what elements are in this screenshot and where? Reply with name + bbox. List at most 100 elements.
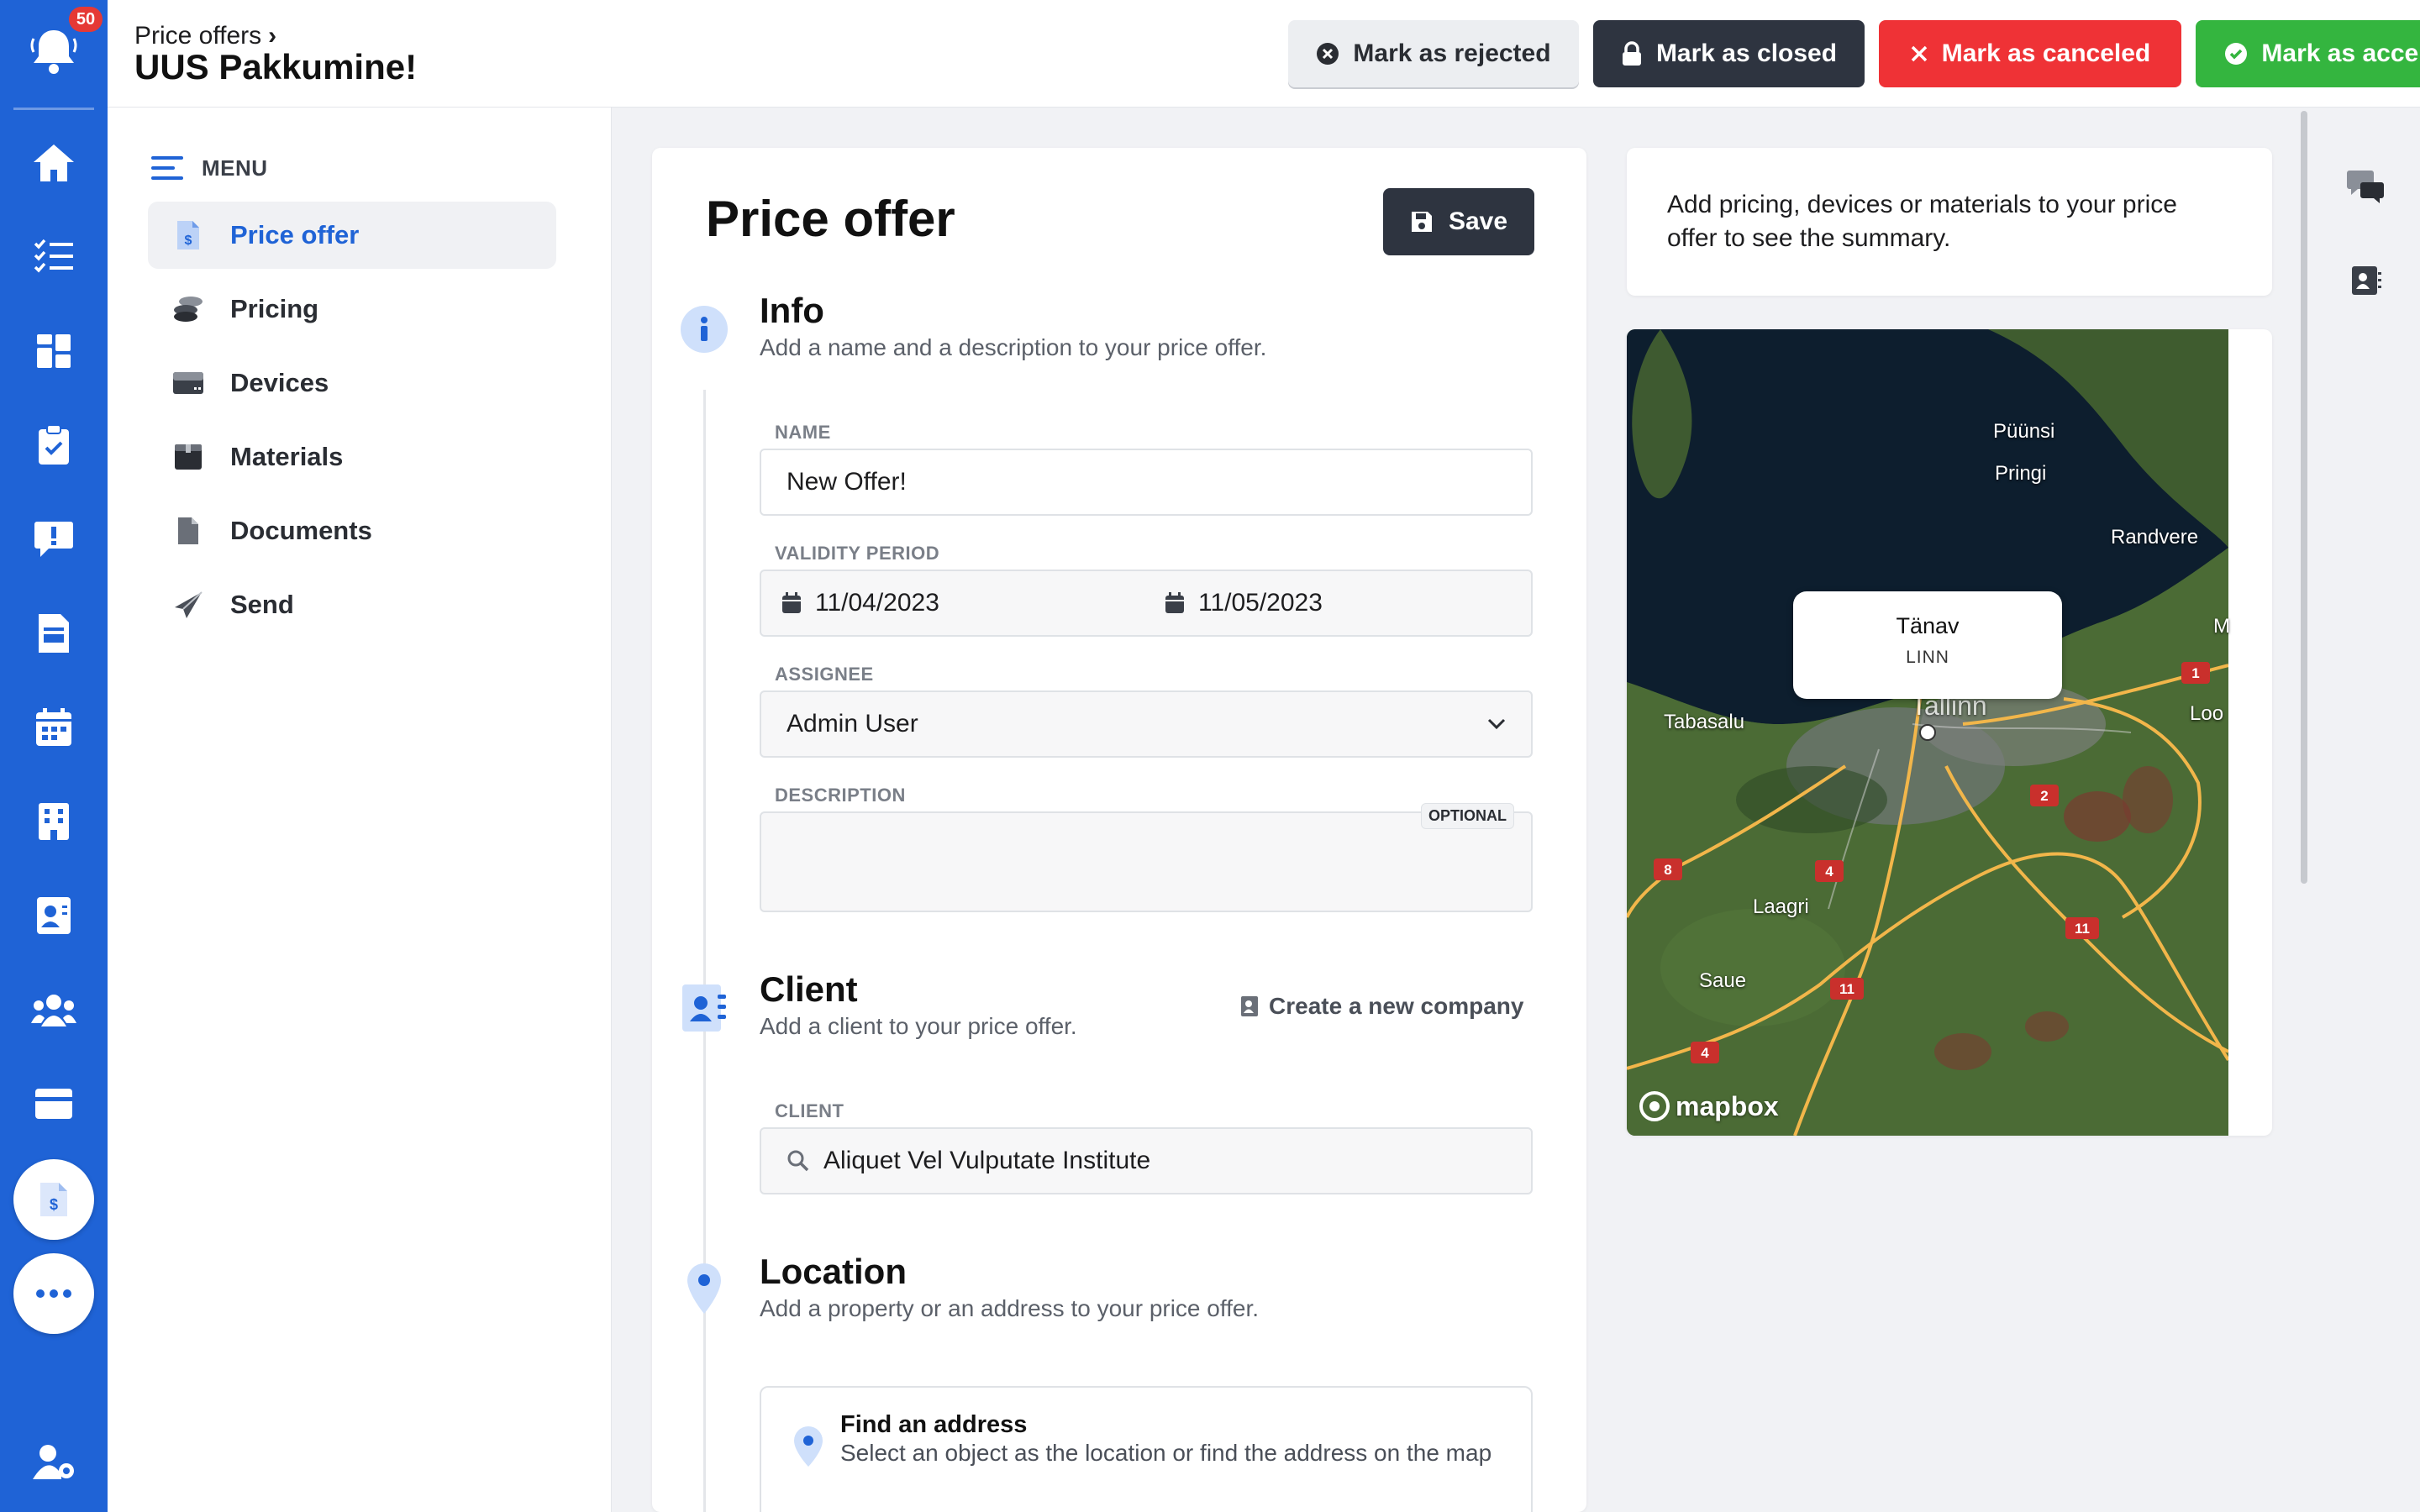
save-label: Save: [1448, 207, 1508, 235]
validity-range-input: 11/04/2023 11/05/2023: [760, 570, 1533, 637]
client-title: Client: [760, 969, 858, 1009]
users-group-icon[interactable]: [27, 983, 81, 1037]
app-rail: 50 $: [0, 0, 108, 1512]
rail-divider: [13, 108, 94, 110]
client-search-input[interactable]: Aliquet Vel Vulputate Institute: [760, 1127, 1533, 1194]
mark-closed-label: Mark as closed: [1655, 39, 1838, 67]
validity-label: VALIDITY PERIOD: [775, 543, 940, 564]
more-options-button[interactable]: [13, 1253, 94, 1334]
price-offer-icon: $: [40, 1183, 67, 1216]
client-subtitle: Add a client to your price offer.: [760, 1013, 1077, 1039]
date-to-input[interactable]: 11/05/2023: [1165, 571, 1323, 635]
price-offer-icon: $: [171, 218, 205, 252]
svg-text:$: $: [50, 1196, 58, 1213]
name-input[interactable]: New Offer!: [760, 449, 1533, 516]
lock-icon: [1622, 41, 1641, 66]
location-section-line: [703, 1351, 706, 1512]
menu-item-devices[interactable]: Devices: [148, 349, 556, 417]
contact-card-icon[interactable]: [27, 889, 81, 942]
ellipsis-icon: [36, 1289, 71, 1298]
dashboard-icon[interactable]: [27, 324, 81, 378]
mark-rejected-button[interactable]: Mark as rejected: [1288, 20, 1579, 87]
svg-text:1: 1: [2191, 665, 2199, 681]
map-label-m: M: [2213, 615, 2230, 638]
menu-item-price-offer[interactable]: $ Price offer: [148, 202, 556, 269]
menu-toggle[interactable]: MENU: [151, 155, 268, 181]
mark-rejected-label: Mark as rejected: [1353, 39, 1551, 67]
breadcrumb[interactable]: Price offers ›: [134, 22, 276, 50]
device-icon: [171, 366, 205, 400]
map-label-randvere: Randvere: [2111, 526, 2199, 549]
mark-accepted-button[interactable]: Mark as accepted: [2196, 20, 2420, 87]
contact-details-icon[interactable]: [2344, 259, 2388, 302]
map-card: 1 2 4 8 11 11 4 Püünsi Pringi Randvere M…: [1627, 329, 2272, 1136]
client-section-line: [703, 1068, 706, 1381]
svg-text:8: 8: [1664, 862, 1671, 878]
map-label-tabasalu: Tabasalu: [1664, 711, 1745, 733]
map-label-laagri: Laagri: [1753, 895, 1809, 918]
page-title: UUS Pakkumine!: [134, 47, 418, 87]
alert-message-icon[interactable]: [27, 512, 81, 566]
user-settings-icon[interactable]: [27, 1435, 81, 1488]
create-company-label: Create a new company: [1269, 993, 1524, 1019]
clipboard-check-icon[interactable]: [27, 418, 81, 472]
chat-bubbles-icon[interactable]: [2344, 165, 2388, 208]
tasks-list-icon[interactable]: [27, 230, 81, 284]
notifications-badge: 50: [69, 7, 103, 32]
box-icon: [171, 440, 205, 474]
menu-heading: MENU: [202, 155, 268, 181]
price-offer-form: Price offer Save Info Add a name and a d…: [652, 148, 1586, 1512]
building-icon[interactable]: [27, 795, 81, 848]
calendar-icon[interactable]: [27, 701, 81, 754]
menu-item-materials[interactable]: Materials: [148, 423, 556, 491]
coins-icon: [171, 292, 205, 326]
check-circle-icon: [2225, 43, 2248, 65]
name-label: NAME: [775, 422, 831, 443]
map-popup-title: Tänav: [1896, 613, 1960, 638]
client-contact-icon: [677, 981, 731, 1035]
assignee-value: Admin User: [786, 710, 918, 738]
date-to-value: 11/05/2023: [1198, 589, 1323, 617]
map-label-puunsi: Püünsi: [1993, 420, 2055, 443]
map-popup-subtitle: LINN: [1906, 648, 1949, 667]
breadcrumb-link[interactable]: Price offers: [134, 22, 261, 50]
info-icon: [677, 302, 731, 356]
menu-item-label: Documents: [230, 516, 372, 545]
menu-item-send[interactable]: Send: [148, 571, 556, 638]
mark-closed-button[interactable]: Mark as closed: [1593, 20, 1865, 87]
summary-text: Add pricing, devices or materials to you…: [1667, 191, 2177, 252]
mapbox-logo[interactable]: mapbox: [1639, 1090, 1779, 1122]
mark-accepted-label: Mark as accepted: [2261, 39, 2420, 67]
assignee-select[interactable]: Admin User: [760, 690, 1533, 758]
date-from-input[interactable]: 11/04/2023: [781, 571, 939, 635]
mark-canceled-button[interactable]: Mark as canceled: [1879, 20, 2181, 87]
home-icon[interactable]: [27, 136, 81, 190]
svg-text:4: 4: [1701, 1045, 1709, 1061]
section-menu: MENU $ Price offer Pricing Devices Mater…: [108, 108, 612, 1512]
document-icon: [171, 514, 205, 548]
devices-card-icon[interactable]: [27, 1077, 81, 1131]
notifications-bell-icon[interactable]: [25, 24, 82, 81]
save-button[interactable]: Save: [1383, 188, 1534, 255]
map-label-saue: Saue: [1699, 969, 1747, 992]
description-label: DESCRIPTION: [775, 785, 906, 806]
date-from-value: 11/04/2023: [815, 589, 939, 617]
create-company-link[interactable]: Create a new company: [1240, 993, 1523, 1020]
invoice-icon[interactable]: [27, 606, 81, 660]
assignee-label: ASSIGNEE: [775, 664, 874, 685]
menu-item-pricing[interactable]: Pricing: [148, 276, 556, 343]
find-address-card[interactable]: Find an address Select an object as the …: [760, 1386, 1533, 1512]
map-popup[interactable]: Tänav LINN: [1793, 591, 2062, 699]
description-textarea[interactable]: OPTIONAL: [760, 803, 1533, 912]
location-title: Location: [760, 1252, 907, 1291]
summary-card: Add pricing, devices or materials to you…: [1627, 148, 2272, 296]
page-scrollbar[interactable]: [2301, 111, 2307, 884]
menu-item-label: Devices: [230, 368, 329, 397]
menu-item-documents[interactable]: Documents: [148, 497, 556, 564]
info-subtitle: Add a name and a description to your pri…: [760, 334, 1267, 360]
location-pin-icon: [677, 1262, 731, 1315]
price-offer-rail-button[interactable]: $: [13, 1159, 94, 1240]
svg-text:$: $: [185, 234, 192, 248]
form-title: Price offer: [706, 191, 955, 247]
calendar-icon: [1165, 592, 1184, 613]
